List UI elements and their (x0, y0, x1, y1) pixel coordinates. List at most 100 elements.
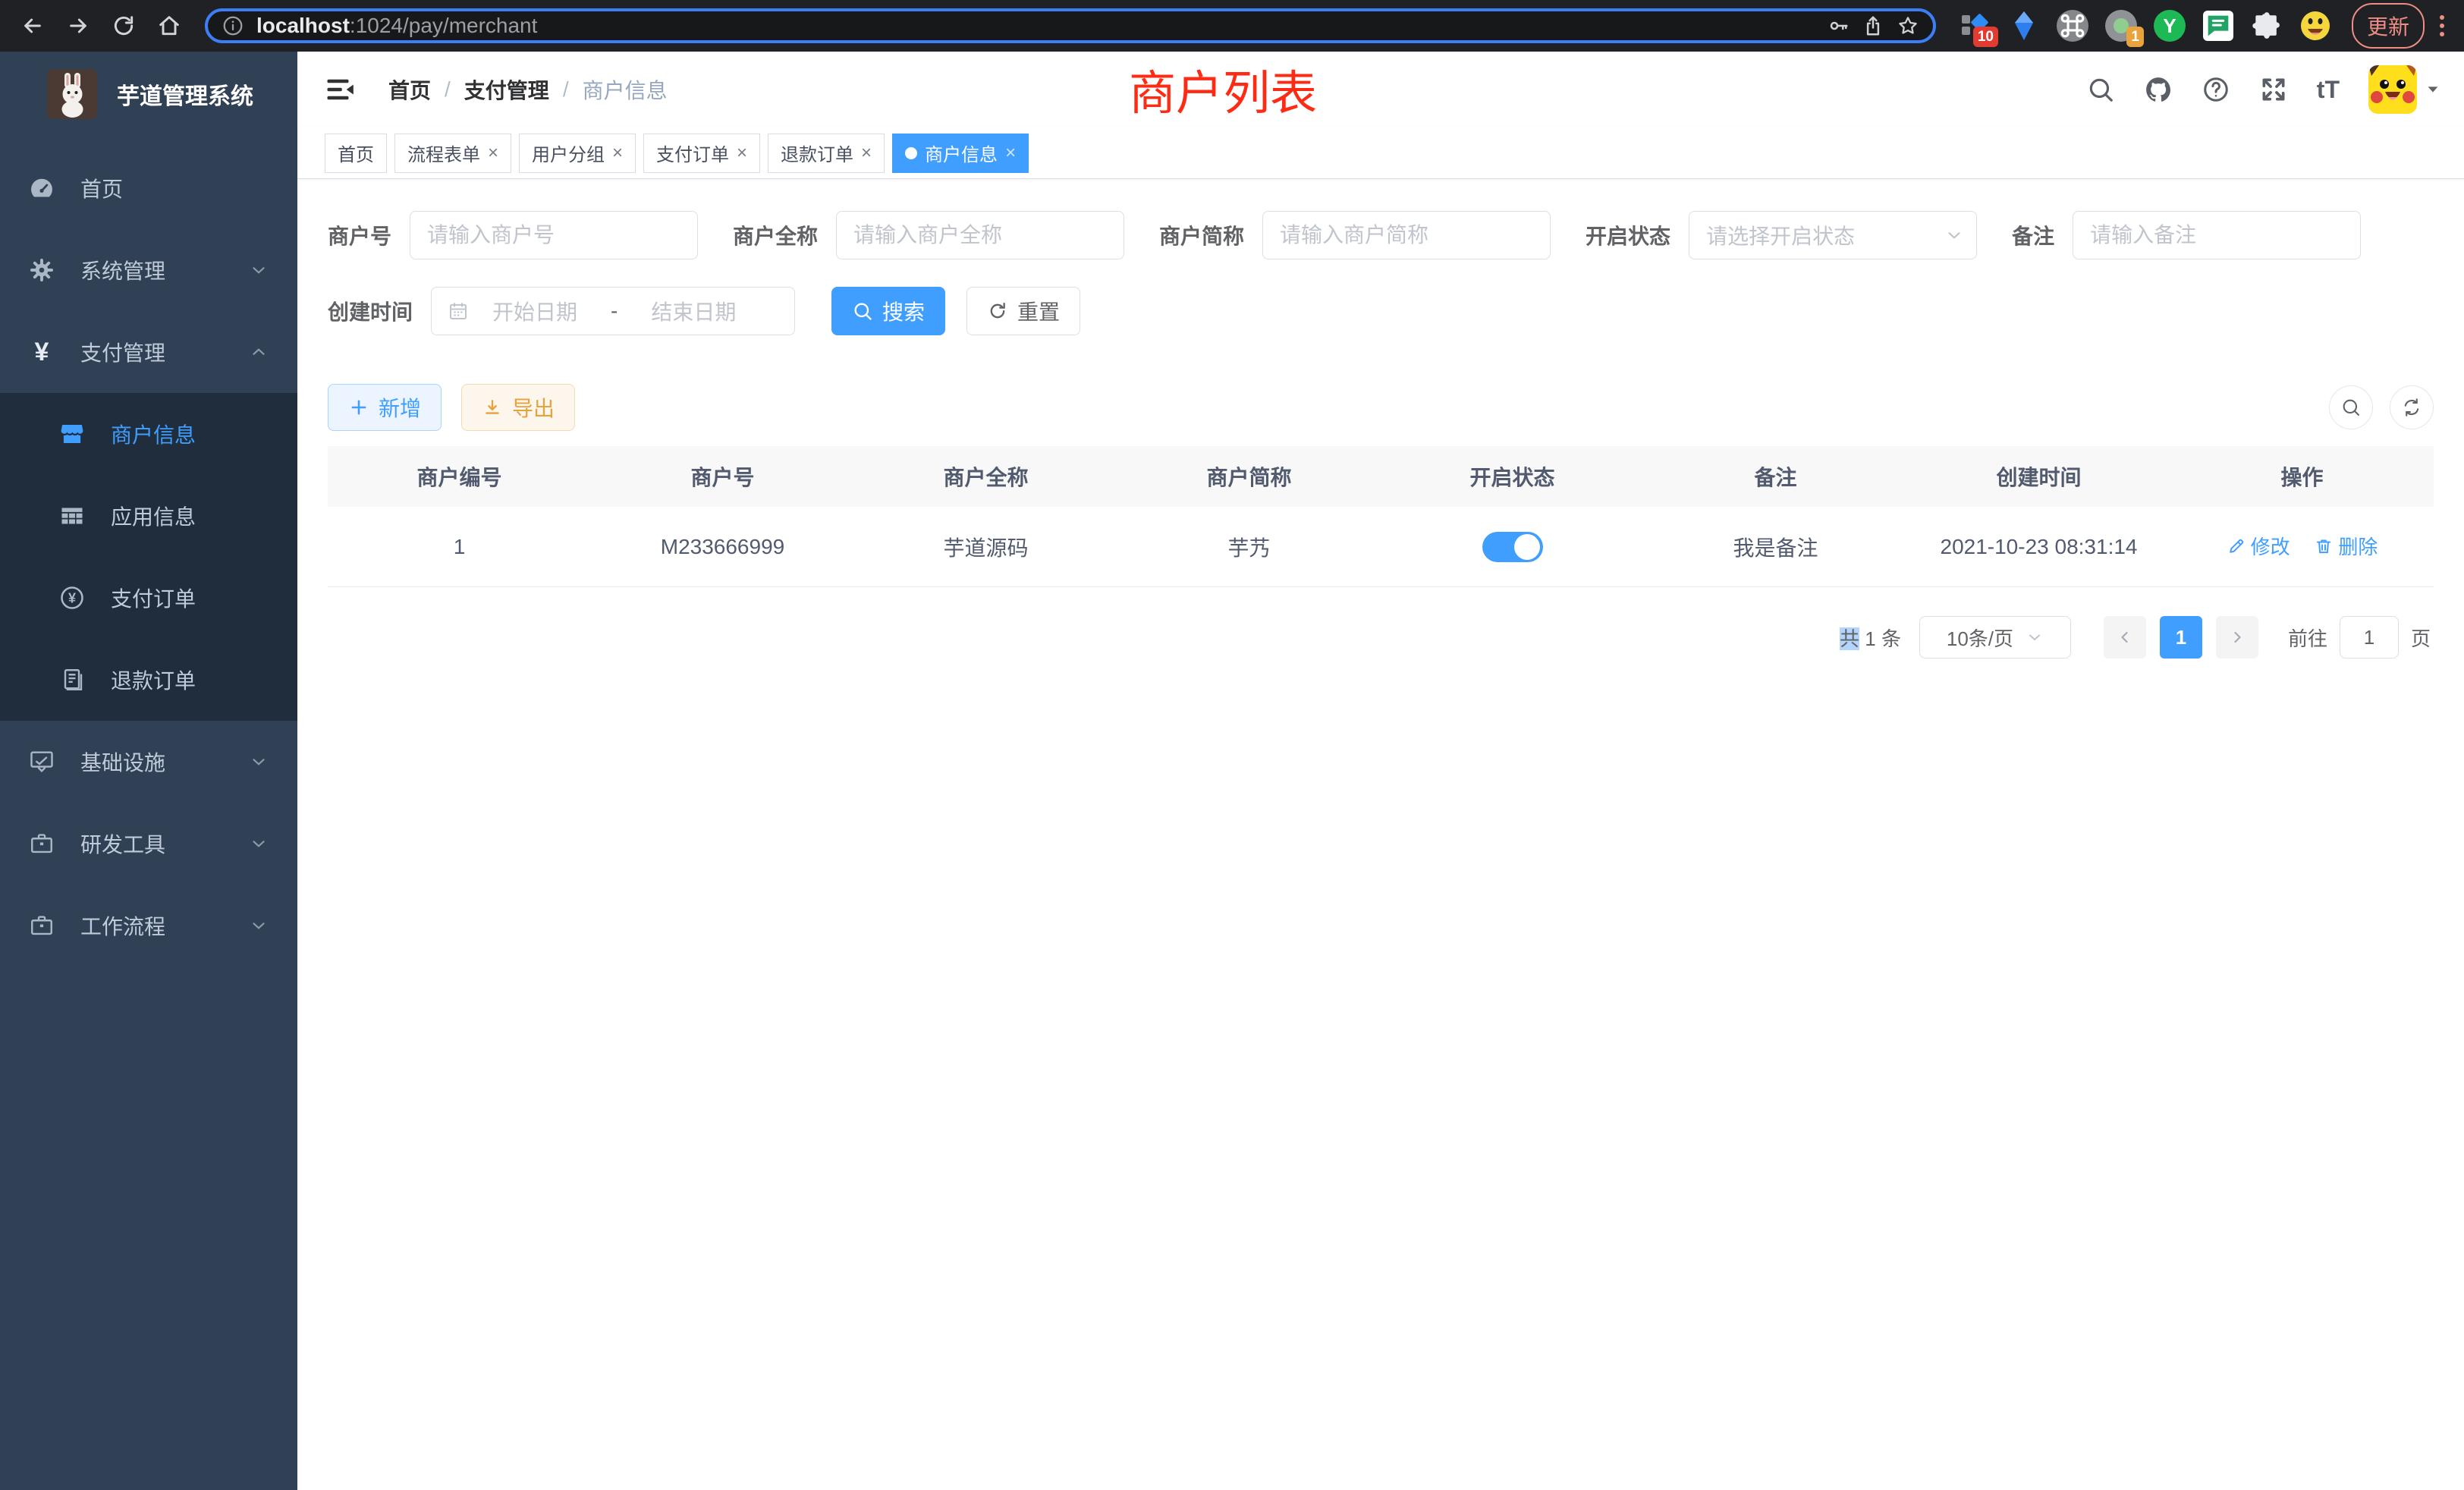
address-bar[interactable]: localhost:1024/pay/merchant (205, 8, 1936, 43)
tab-process-form[interactable]: 流程表单 × (394, 134, 511, 173)
chrome-update-button[interactable]: 更新 (2352, 3, 2425, 49)
browser-toolbar: localhost:1024/pay/merchant 10 1 Y (0, 0, 2464, 52)
export-button[interactable]: 导出 (461, 384, 575, 431)
close-icon[interactable]: × (488, 143, 498, 164)
filter-label: 开启状态 (1586, 220, 1670, 250)
extension-badge: 10 (1973, 27, 1998, 47)
page-info-icon[interactable] (222, 14, 244, 37)
sidebar-item-refund-order[interactable]: 退款订单 (0, 639, 297, 721)
extensions-puzzle-icon[interactable] (2250, 9, 2283, 42)
sidebar-item-system[interactable]: 系统管理 (0, 229, 297, 311)
filter-remark: 备注 (2012, 211, 2361, 259)
delete-link[interactable]: 删除 (2314, 532, 2378, 560)
close-icon[interactable]: × (1005, 143, 1016, 164)
svg-text:¥: ¥ (68, 591, 76, 606)
tab-label: 退款订单 (781, 140, 853, 166)
sidebar-item-merchant-info[interactable]: 商户信息 (0, 393, 297, 475)
extension-chat-icon[interactable] (2202, 9, 2235, 42)
search-filter-form: 商户号 商户全称 商户简称 开启状态 请选择开启状态 (297, 179, 2464, 335)
chevron-down-icon (249, 260, 269, 280)
add-button[interactable]: 新增 (328, 384, 442, 431)
tab-user-group[interactable]: 用户分组 × (519, 134, 636, 173)
breadcrumb-payment[interactable]: 支付管理 (464, 74, 549, 105)
close-icon[interactable]: × (612, 143, 623, 164)
refresh-icon (2401, 397, 2422, 418)
total-count: 1 (1865, 627, 1875, 650)
chevron-down-icon (1944, 225, 1964, 245)
sidebar-item-label: 退款订单 (111, 665, 196, 695)
extension-y-icon[interactable]: Y (2153, 9, 2186, 42)
download-icon (482, 397, 503, 418)
prev-page-button[interactable] (2104, 616, 2146, 659)
remark-input[interactable] (2073, 211, 2361, 259)
sidebar-item-pay-order[interactable]: ¥ 支付订单 (0, 557, 297, 639)
edit-pencil-icon (2227, 536, 2246, 556)
edit-link[interactable]: 修改 (2227, 532, 2290, 560)
status-select[interactable]: 请选择开启状态 (1689, 211, 1977, 259)
browser-reload-button[interactable] (103, 5, 144, 46)
sidebar-collapse-icon[interactable] (325, 74, 357, 105)
show-search-toggle-button[interactable] (2329, 385, 2373, 429)
sidebar-item-infrastructure[interactable]: 基础设施 (0, 721, 297, 803)
reset-button[interactable]: 重置 (966, 287, 1080, 335)
column-header: 商户编号 (328, 461, 591, 492)
github-icon[interactable] (2144, 75, 2173, 104)
next-page-button[interactable] (2216, 616, 2258, 659)
extension-grid-diamond-icon[interactable]: 10 (1959, 9, 1992, 42)
browser-menu-kebab-icon[interactable] (2432, 15, 2452, 36)
bookmark-star-icon[interactable] (1897, 14, 1919, 37)
chevron-down-icon (249, 834, 269, 853)
extension-dot-circle-icon[interactable]: 1 (2104, 9, 2138, 42)
column-header: 操作 (2170, 461, 2434, 492)
page-number-1[interactable]: 1 (2160, 616, 2202, 659)
app-logo[interactable]: 芋道管理系统 (0, 52, 297, 137)
tab-label: 首页 (338, 140, 374, 166)
browser-home-button[interactable] (149, 5, 190, 46)
tab-home[interactable]: 首页 (325, 134, 387, 173)
sidebar-item-home[interactable]: 首页 (0, 147, 297, 229)
cell-full-name: 芋道源码 (854, 532, 1117, 562)
goto-page: 前往 页 (2288, 616, 2431, 659)
tab-pay-order[interactable]: 支付订单 × (643, 134, 760, 173)
close-icon[interactable]: × (737, 143, 747, 164)
sidebar-item-label: 工作流程 (80, 910, 165, 941)
close-icon[interactable]: × (861, 143, 872, 164)
date-separator: - (611, 299, 618, 323)
goto-page-input[interactable] (2340, 616, 2399, 659)
browser-back-button[interactable] (12, 5, 53, 46)
header-search-icon[interactable] (2086, 75, 2115, 104)
store-icon (56, 420, 88, 448)
refresh-table-button[interactable] (2390, 385, 2434, 429)
page-size-select[interactable]: 10条/页 (1919, 616, 2071, 659)
search-icon (852, 300, 873, 322)
sidebar-item-workflow[interactable]: 工作流程 (0, 885, 297, 967)
browser-forward-button[interactable] (58, 5, 99, 46)
edit-link-label: 修改 (2251, 532, 2290, 560)
breadcrumb-home[interactable]: 首页 (388, 74, 431, 105)
status-toggle[interactable] (1482, 532, 1543, 562)
sidebar-item-dev-tools[interactable]: 研发工具 (0, 803, 297, 885)
breadcrumb-separator: / (563, 77, 569, 102)
merchant-no-input[interactable] (410, 211, 698, 259)
fullscreen-icon[interactable] (2259, 75, 2288, 104)
full-name-input[interactable] (836, 211, 1124, 259)
filter-label: 备注 (2012, 220, 2054, 250)
sidebar-item-app-info[interactable]: 应用信息 (0, 475, 297, 557)
tab-merchant-info[interactable]: 商户信息 × (892, 134, 1029, 173)
date-range-picker[interactable]: 开始日期 - 结束日期 (431, 287, 795, 335)
font-size-icon[interactable]: tT (2317, 76, 2340, 104)
password-key-icon[interactable] (1827, 14, 1850, 37)
share-icon[interactable] (1862, 14, 1884, 37)
user-menu[interactable] (2368, 65, 2441, 114)
profile-emoji-icon[interactable] (2299, 9, 2332, 42)
back-icon (20, 14, 45, 38)
breadcrumb-separator: / (445, 77, 451, 102)
help-icon[interactable] (2202, 75, 2230, 104)
sidebar-item-label: 首页 (80, 173, 123, 203)
search-button[interactable]: 搜索 (831, 287, 945, 335)
tab-refund-order[interactable]: 退款订单 × (768, 134, 885, 173)
extension-command-icon[interactable] (2056, 9, 2089, 42)
short-name-input[interactable] (1262, 211, 1551, 259)
sidebar-item-payment[interactable]: ¥ 支付管理 (0, 311, 297, 393)
extension-kite-icon[interactable] (2007, 9, 2041, 42)
